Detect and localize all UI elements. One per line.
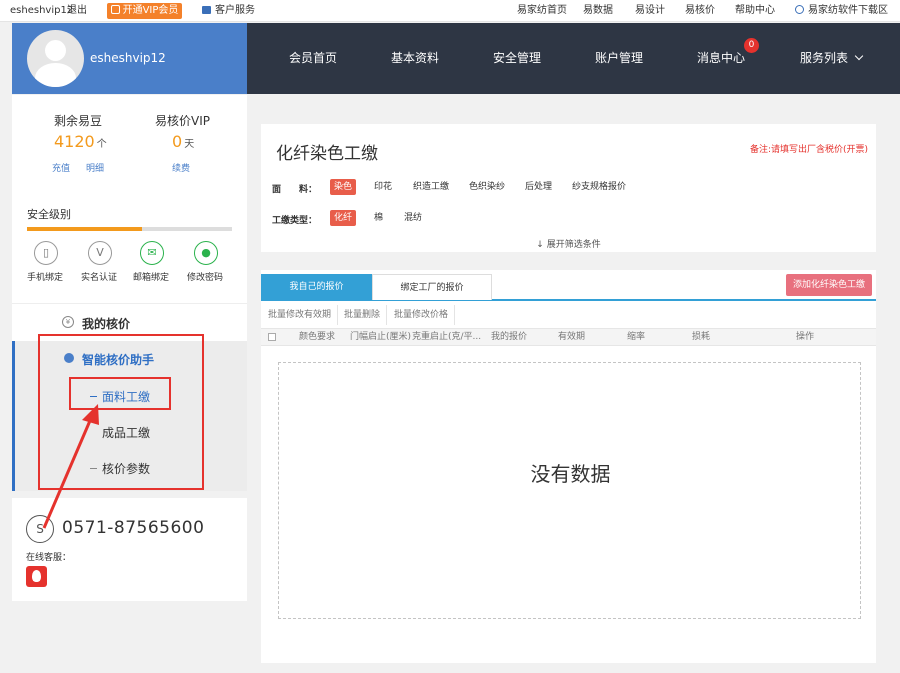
col-actions: 操作	[796, 332, 815, 342]
fabric-option-printing[interactable]: 印花	[370, 179, 396, 195]
fabric-option-weaving[interactable]: 织造工缴	[409, 179, 453, 195]
email-bind-icon[interactable]: ✉	[140, 241, 164, 265]
quote-tabs: 我自己的报价 绑定工厂的报价	[261, 274, 876, 301]
col-loss: 损耗	[692, 332, 711, 342]
logout-link[interactable]: 退出	[67, 0, 87, 22]
type-option-synthetic[interactable]: 化纤	[330, 210, 357, 226]
type-filter-label: 工缴类型：	[272, 216, 318, 226]
software-download-link[interactable]: 易家纺软件下载区	[795, 0, 888, 22]
phone-bind-icon[interactable]: ▯	[34, 241, 58, 265]
fabric-option-yarn-dyed[interactable]: 色织染纱	[465, 179, 509, 195]
online-service-label: 在线客服：	[26, 553, 72, 563]
col-color: 颜色要求	[299, 332, 336, 342]
avatar-head-shape	[45, 40, 66, 61]
beans-label: 剩余易豆	[54, 114, 103, 128]
menu-my-price[interactable]: 我的核价	[82, 315, 130, 332]
main-nav: 会员首页 基本资料 安全管理 账户管理 消息中心 服务列表	[247, 23, 900, 94]
qq-chat-icon[interactable]	[26, 566, 47, 587]
password-lock-icon[interactable]: ●	[194, 241, 218, 265]
type-option-blend[interactable]: 混纺	[400, 210, 426, 226]
tab-factory-quotes[interactable]: 绑定工厂的报价	[372, 274, 492, 300]
col-width-range: 门幅启止(厘米)	[350, 332, 412, 342]
account-panel: 剩余易豆 4120 个 充值 明细 易核价VIP 0天 续费 安全级别 ▯ V ✉…	[12, 95, 247, 303]
price-note: 备注:请填写出厂含税价(开票)	[749, 145, 868, 155]
bulk-edit-validity-button[interactable]: 批量修改有效期	[262, 305, 339, 325]
message-count-badge: 0	[744, 38, 759, 53]
col-shrinkage: 缩率	[627, 332, 646, 342]
profile-username: esheshvip12	[90, 51, 166, 65]
profile-header: esheshvip12	[12, 23, 247, 94]
contact-panel: S 0571-87565600 在线客服：	[12, 498, 247, 601]
bulk-edit-price-button[interactable]: 批量修改价格	[388, 305, 456, 325]
phone-icon: S	[26, 515, 54, 543]
nav-services[interactable]: 服务列表	[800, 23, 864, 94]
renew-link[interactable]: 续费	[172, 161, 190, 174]
col-validity: 有效期	[558, 332, 586, 342]
avatar-body-shape	[35, 63, 76, 87]
email-bind-label[interactable]: 邮箱绑定	[133, 270, 169, 283]
real-name-icon[interactable]: V	[88, 241, 112, 265]
vip-label: 易核价VIP	[155, 114, 210, 128]
chevron-down-icon	[854, 51, 864, 61]
col-weight-range: 克重启止(克/平...	[412, 332, 482, 342]
fabric-option-dyeing[interactable]: 染色	[330, 179, 357, 195]
top-bar: esheshvip12 退出 开通VIP会员 客户服务 易家纺首页 易数据 易设…	[0, 0, 900, 22]
annotation-inner-box	[69, 377, 171, 410]
change-password-label[interactable]: 修改密码	[187, 270, 223, 283]
recharge-link[interactable]: 充值	[52, 161, 70, 174]
empty-state-text: 没有数据	[530, 462, 611, 486]
customer-service-link[interactable]: 客户服务	[202, 0, 255, 22]
topbar-link-home[interactable]: 易家纺首页	[517, 0, 567, 22]
fabric-option-finishing[interactable]: 后处理	[521, 179, 556, 195]
security-level-fill	[27, 227, 142, 231]
topbar-link-price[interactable]: 易核价	[685, 0, 715, 22]
security-level-bar	[27, 227, 232, 231]
detail-link[interactable]: 明细	[86, 161, 104, 174]
table-header: 颜色要求 门幅启止(厘米) 克重启止(克/平... 我的报价 有效期 缩率 损耗…	[261, 328, 876, 346]
price-cog-icon: ¥	[62, 316, 74, 328]
page-title: 化纤染色工缴	[276, 144, 378, 164]
filter-card: 化纤染色工缴 备注:请填写出厂含税价(开票) 面 料： 染色 印花 织造工缴 色…	[261, 124, 876, 252]
security-level-label: 安全级别	[27, 208, 71, 221]
expand-filters-link[interactable]: ↓ 展开筛选条件	[261, 237, 876, 250]
beans-value: 4120 个	[54, 132, 107, 151]
avatar[interactable]	[27, 30, 84, 87]
col-my-quote: 我的报价	[491, 332, 528, 342]
phone-bind-label[interactable]: 手机绑定	[27, 270, 63, 283]
topbar-link-data[interactable]: 易数据	[583, 0, 613, 22]
download-icon	[795, 5, 804, 14]
real-name-label[interactable]: 实名认证	[81, 270, 117, 283]
type-option-cotton[interactable]: 棉	[370, 210, 387, 226]
nav-messages[interactable]: 消息中心	[697, 23, 745, 94]
open-vip-button[interactable]: 开通VIP会员	[107, 3, 182, 19]
nav-member-home[interactable]: 会员首页	[289, 23, 337, 94]
select-all-checkbox[interactable]	[268, 333, 276, 341]
vip-days-value: 0天	[172, 132, 195, 151]
fabric-option-yarn-spec[interactable]: 纱支规格报价	[568, 179, 630, 195]
fabric-filter-label: 面 料：	[272, 185, 318, 195]
nav-security[interactable]: 安全管理	[493, 23, 541, 94]
customer-service-icon	[202, 6, 211, 14]
quotes-card: 我自己的报价 绑定工厂的报价 添加化纤染色工缴 批量修改有效期 批量删除 批量修…	[261, 270, 876, 663]
topbar-link-design[interactable]: 易设计	[635, 0, 665, 22]
nav-account[interactable]: 账户管理	[595, 23, 643, 94]
annotation-outer-box	[38, 334, 204, 490]
topbar-link-help[interactable]: 帮助中心	[735, 0, 775, 22]
empty-state: 没有数据	[278, 362, 861, 619]
tab-own-quotes[interactable]: 我自己的报价	[261, 274, 372, 300]
vip-icon	[110, 5, 120, 14]
bulk-delete-button[interactable]: 批量删除	[338, 305, 388, 325]
topbar-username[interactable]: esheshvip12	[10, 0, 73, 22]
nav-basic-info[interactable]: 基本资料	[391, 23, 439, 94]
add-quote-button[interactable]: 添加化纤染色工缴	[786, 274, 872, 296]
hotline-number: 0571-87565600	[62, 518, 205, 538]
